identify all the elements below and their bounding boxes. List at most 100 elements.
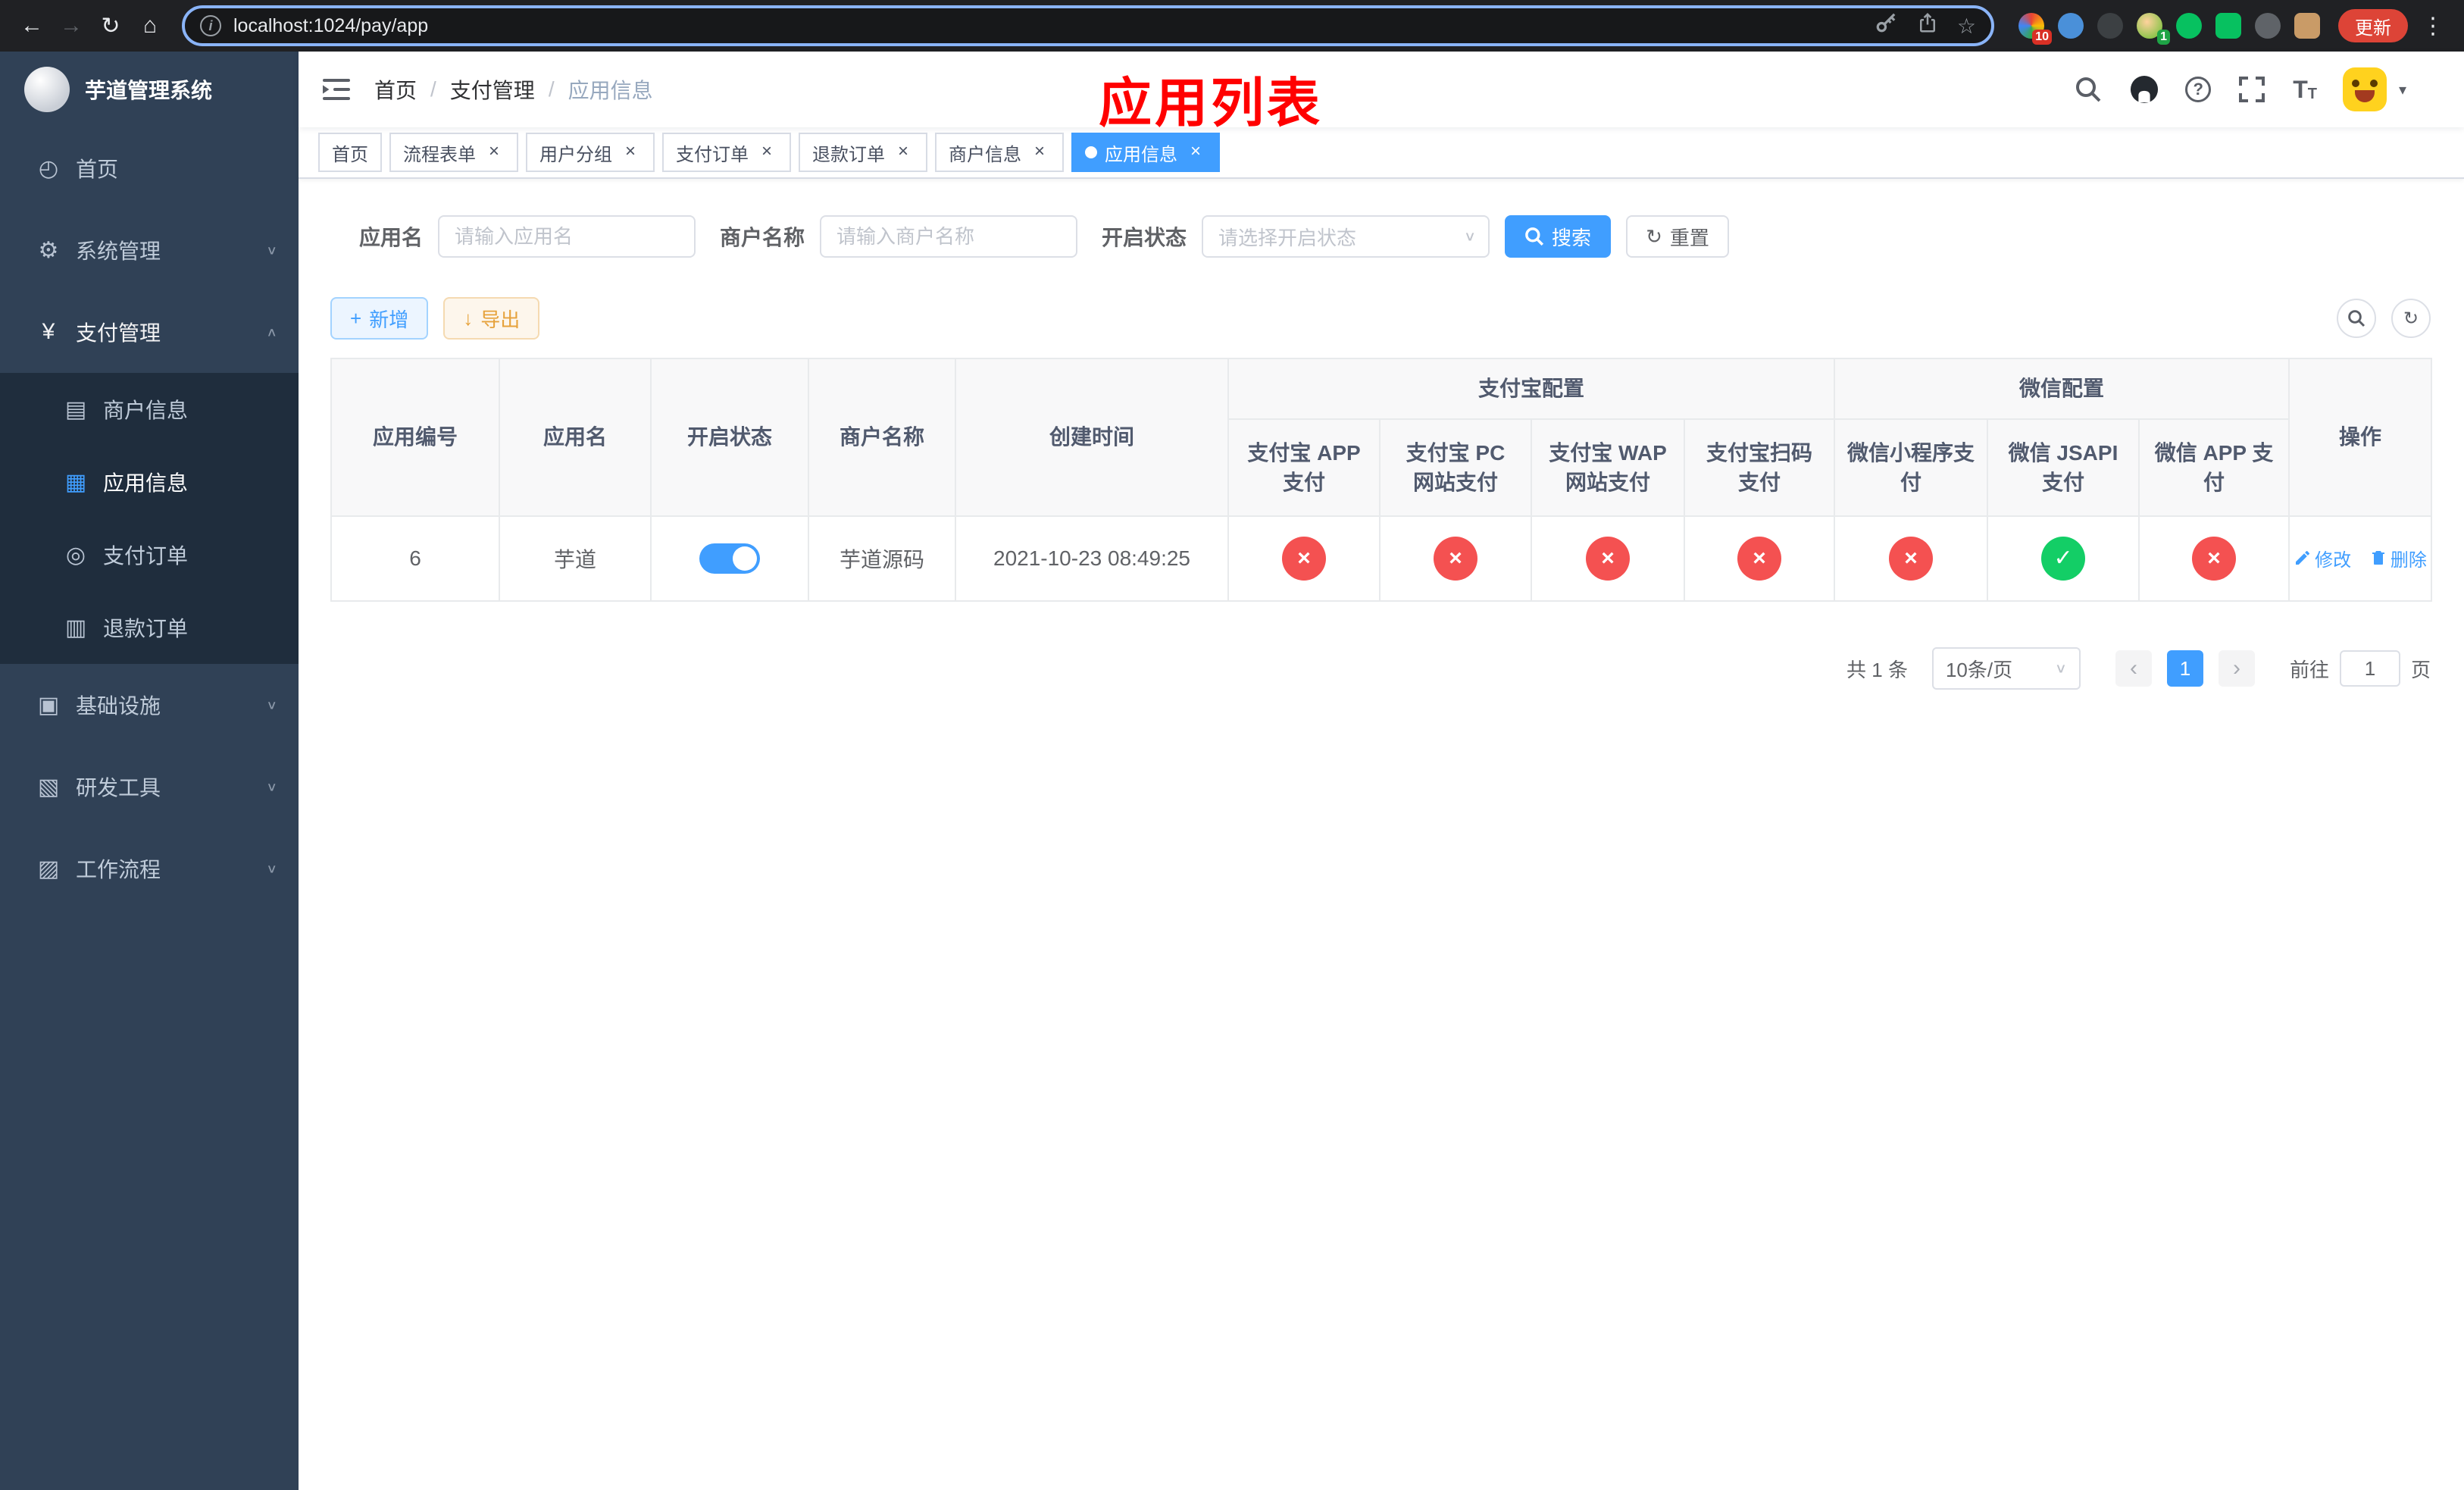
close-icon[interactable]: ×	[756, 142, 777, 163]
chrome-update-button[interactable]: 更新	[2338, 9, 2408, 42]
browser-menu-icon[interactable]: ⋮	[2414, 13, 2452, 39]
tab-refund-order[interactable]: 退款订单 ×	[799, 133, 927, 172]
reset-button[interactable]: ↻ 重置	[1626, 215, 1729, 258]
tab-label: 支付订单	[676, 144, 749, 165]
github-icon[interactable]	[2129, 74, 2159, 105]
sidebar-item-home[interactable]: ◴ 首页	[0, 127, 299, 209]
breadcrumb-payment[interactable]: 支付管理	[450, 74, 535, 105]
password-key-icon[interactable]	[1874, 11, 1898, 41]
app-name-input[interactable]	[438, 215, 696, 258]
url-text[interactable]: localhost:1024/pay/app	[233, 15, 1874, 37]
app-table: 应用编号 应用名 开启状态 商户名称 创建时间 支付宝配置 微信配置 操作 支付…	[330, 358, 2433, 602]
goto-page-input[interactable]	[2339, 650, 2400, 687]
site-info-icon[interactable]: i	[200, 15, 221, 36]
logo[interactable]: 芋道管理系统	[0, 52, 299, 127]
page-1-button[interactable]: 1	[2166, 650, 2203, 687]
close-icon[interactable]: ×	[1029, 142, 1050, 163]
page-unit-label: 页	[2410, 658, 2431, 681]
back-icon[interactable]: ←	[12, 6, 52, 45]
gear-icon: ⚙	[38, 237, 59, 263]
export-button[interactable]: ↓ 导出	[443, 297, 540, 340]
reload-icon[interactable]: ↻	[91, 6, 130, 45]
browser-home-icon[interactable]: ⌂	[130, 6, 170, 45]
tab-pay-order[interactable]: 支付订单 ×	[662, 133, 791, 172]
close-icon[interactable]: ×	[1185, 142, 1206, 163]
extension-dark-icon[interactable]	[2097, 13, 2123, 39]
toggle-search-button[interactable]	[2337, 299, 2376, 338]
sidebar-item-payment[interactable]: ¥ 支付管理 ∧	[0, 291, 299, 373]
search-button[interactable]: 搜索	[1505, 215, 1612, 258]
extension-drop-icon[interactable]	[2058, 13, 2084, 39]
prev-page-button[interactable]: ‹	[2115, 650, 2152, 687]
reset-button-label: 重置	[1669, 226, 1709, 249]
collapse-sidebar-icon[interactable]	[320, 74, 353, 105]
sidebar-item-label: 商户信息	[103, 399, 189, 422]
extension-pin-icon[interactable]	[2255, 13, 2281, 39]
alipay-qr-status-icon: ×	[1737, 537, 1781, 581]
caret-down-icon[interactable]: ▾	[2399, 80, 2406, 99]
enabled-switch[interactable]	[699, 543, 760, 574]
chevron-down-icon: ∨	[266, 780, 277, 794]
tab-merchant-info[interactable]: 商户信息 ×	[935, 133, 1064, 172]
search-button-label: 搜索	[1552, 226, 1592, 249]
yen-icon: ¥	[42, 319, 55, 344]
search-icon[interactable]	[2073, 74, 2103, 105]
tab-user-group[interactable]: 用户分组 ×	[526, 133, 655, 172]
tab-home[interactable]: 首页	[318, 133, 382, 172]
extension-wechat-dev-icon[interactable]	[2176, 13, 2202, 39]
alipay-pc-status-icon: ×	[1434, 537, 1477, 581]
sidebar-item-infra[interactable]: ▣ 基础设施 ∨	[0, 664, 299, 746]
sidebar-item-workflow[interactable]: ▨ 工作流程 ∨	[0, 828, 299, 909]
sidebar-item-app-info[interactable]: ▦ 应用信息	[0, 446, 299, 518]
sidebar-item-merchant-info[interactable]: ▤ 商户信息	[0, 373, 299, 446]
close-icon[interactable]: ×	[893, 142, 914, 163]
wx-jsapi-status-icon: ✓	[2041, 537, 2086, 581]
edit-link[interactable]: 修改	[2294, 545, 2351, 571]
wx-mini-status-icon: ×	[1889, 537, 1934, 581]
extension-profile-icon[interactable]: 1	[2137, 13, 2170, 45]
tags-bar: 首页 流程表单 × 用户分组 × 支付订单 × 退款订单 × 商户信息 × 应用信息 ×	[299, 127, 2464, 179]
tab-process-form[interactable]: 流程表单 ×	[389, 133, 518, 172]
extension-monkey-icon[interactable]	[2294, 13, 2320, 39]
close-icon[interactable]: ×	[620, 142, 641, 163]
next-page-button[interactable]: ›	[2218, 650, 2255, 687]
page-size-select[interactable]: 10条/页 ∨	[1931, 647, 2081, 690]
address-bar[interactable]: i localhost:1024/pay/app ☆	[182, 5, 1994, 46]
sidebar-item-system[interactable]: ⚙ 系统管理 ∨	[0, 209, 299, 291]
merchant-name-input[interactable]	[820, 215, 1078, 258]
toolbox-icon: ▧	[37, 774, 60, 800]
breadcrumb-separator: /	[548, 77, 555, 101]
tab-label: 商户信息	[949, 144, 1021, 165]
table-row: 6 芋道 芋道源码 2021-10-23 08:49:25 × × × × × …	[330, 515, 2433, 602]
refresh-table-button[interactable]: ↻	[2391, 299, 2431, 338]
breadcrumb-home[interactable]: 首页	[374, 74, 417, 105]
group-header-alipay: 支付宝配置	[1227, 358, 1836, 420]
delete-link[interactable]: 删除	[2369, 545, 2427, 571]
reset-icon: ↻	[1646, 224, 1662, 248]
status-select[interactable]: 请选择开启状态 ∨	[1202, 215, 1490, 258]
order-icon: ◎	[65, 542, 86, 568]
close-icon[interactable]: ×	[483, 142, 505, 163]
fullscreen-icon[interactable]	[2237, 74, 2267, 105]
avatar[interactable]	[2342, 67, 2387, 111]
sidebar-item-refund-order[interactable]: ▥ 退款订单	[0, 591, 299, 664]
chevron-down-icon: ∨	[266, 698, 277, 712]
extension-apps-icon[interactable]: 10	[2018, 13, 2052, 45]
sidebar-item-pay-order[interactable]: ◎ 支付订单	[0, 518, 299, 591]
tab-app-info[interactable]: 应用信息 ×	[1071, 133, 1220, 172]
bookmark-star-icon[interactable]: ☆	[1957, 14, 1976, 39]
sidebar-item-devtools[interactable]: ▧ 研发工具 ∨	[0, 746, 299, 828]
page-content: 应用名 商户名称 开启状态 请选择开启状态 ∨ 搜索 ↻ 重	[299, 179, 2464, 1490]
merchant-name-label: 商户名称	[720, 226, 805, 249]
app-title: 芋道管理系统	[85, 79, 213, 102]
forward-icon[interactable]: →	[52, 6, 91, 45]
font-size-icon[interactable]: TT	[2293, 77, 2317, 102]
browser-toolbar: ← → ↻ ⌂ i localhost:1024/pay/app ☆ 10 1 …	[0, 0, 2464, 52]
help-icon[interactable]: ?	[2185, 77, 2212, 102]
share-icon[interactable]	[1916, 11, 1939, 41]
pagination: 共 1 条 10条/页 ∨ ‹ 1 › 前往 页	[330, 647, 2431, 690]
cell-name: 芋道	[499, 515, 652, 602]
col-header-wx-app: 微信 APP 支付	[2138, 418, 2290, 517]
extension-chat-icon[interactable]	[2215, 13, 2241, 39]
add-button[interactable]: + 新增	[330, 297, 429, 340]
